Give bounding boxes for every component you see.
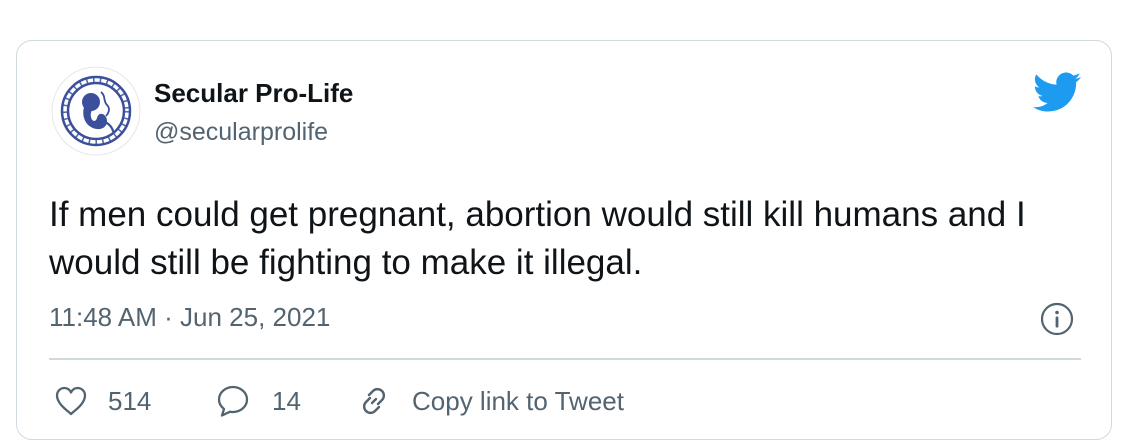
heart-icon [55, 386, 87, 416]
reply-count: 14 [272, 385, 301, 416]
copy-link-button[interactable]: Copy link to Tweet [357, 381, 624, 421]
reply-button[interactable]: 14 [216, 381, 301, 421]
avatar[interactable] [51, 66, 141, 156]
link-icon [362, 387, 386, 415]
like-button[interactable]: 514 [54, 381, 151, 421]
author-name[interactable]: Secular Pro-Life [154, 78, 353, 109]
twitter-bird-icon[interactable] [1033, 72, 1081, 112]
copy-link-label: Copy link to Tweet [412, 385, 624, 416]
tweet-timestamp[interactable]: 11:48 AM · Jun 25, 2021 [49, 302, 330, 333]
tweet-text: If men could get pregnant, abortion woul… [49, 195, 1026, 282]
tweet-card: Secular Pro-Life @secularprolife If men … [16, 40, 1112, 440]
info-icon[interactable] [1039, 301, 1075, 337]
author-handle[interactable]: @secularprolife [154, 118, 328, 147]
divider [49, 358, 1081, 360]
speech-bubble-icon [217, 385, 249, 417]
like-count: 514 [108, 385, 152, 416]
